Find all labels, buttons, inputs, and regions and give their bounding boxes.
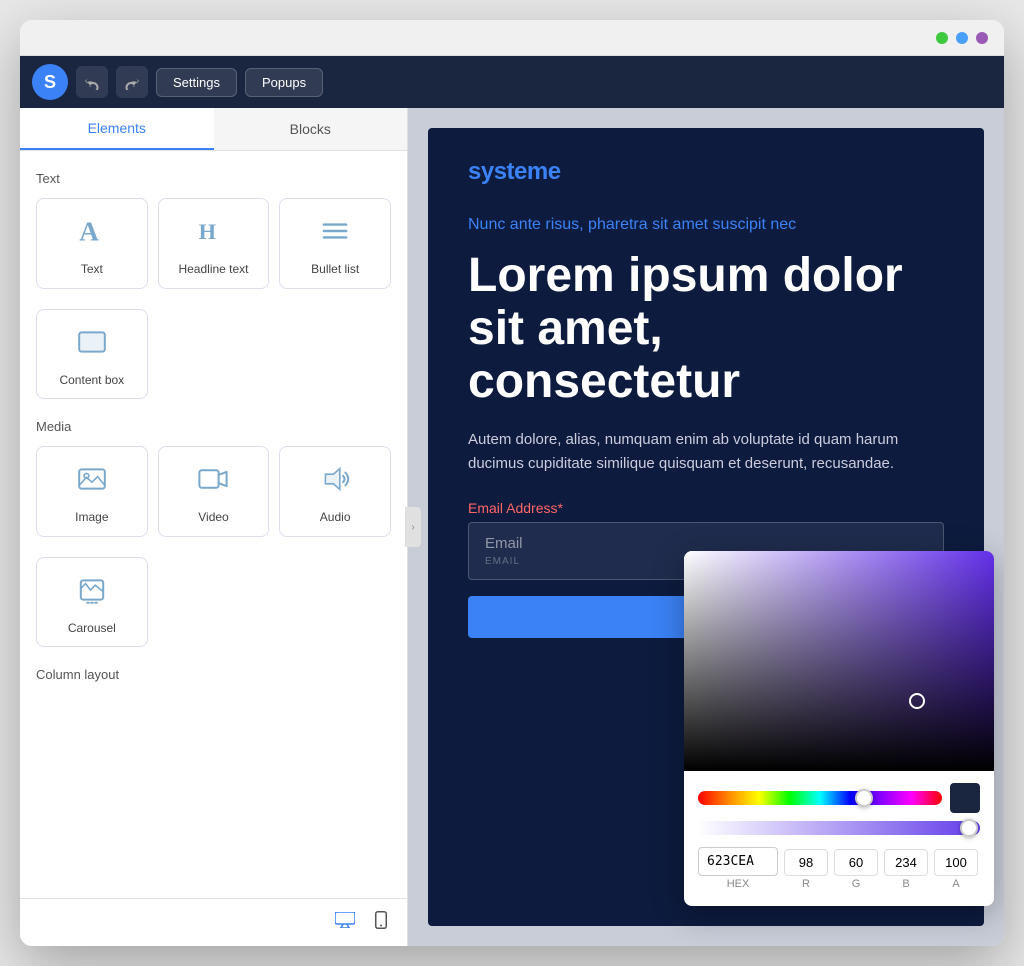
- hue-slider-row: [698, 783, 980, 813]
- section-text-label: Text: [36, 171, 391, 186]
- toolbar: S Settings Popups: [20, 56, 1004, 108]
- preview-logo: systeme: [468, 158, 944, 186]
- preview-email-label: Email Address*: [468, 500, 944, 516]
- headline-label: Headline text: [178, 262, 248, 278]
- hex-input[interactable]: 623CEA: [698, 847, 778, 876]
- image-icon: [76, 463, 108, 502]
- text-label: Text: [81, 262, 103, 278]
- settings-button[interactable]: Settings: [156, 68, 237, 97]
- channel-b: 234 B: [884, 849, 928, 890]
- redo-button[interactable]: [116, 66, 148, 98]
- color-values-row: 623CEA HEX 98 R 60 G 234: [698, 847, 980, 898]
- alpha-thumb: [960, 819, 978, 837]
- text-icon: A: [76, 215, 108, 254]
- alpha-slider-row: [698, 821, 980, 835]
- content-box-icon: [76, 326, 108, 365]
- channel-a: 100 A: [934, 849, 978, 890]
- element-carousel[interactable]: Carousel: [36, 557, 148, 648]
- hue-thumb: [855, 789, 873, 807]
- sidebar: Elements Blocks Text A Text: [20, 108, 408, 946]
- alpha-slider[interactable]: [698, 821, 980, 835]
- text-elements-grid: A Text H Headline text: [36, 198, 391, 289]
- color-picker: 623CEA HEX 98 R 60 G 234: [684, 551, 994, 906]
- sidebar-collapse-button[interactable]: ›: [405, 507, 421, 547]
- audio-icon: [319, 463, 351, 502]
- sidebar-tabs: Elements Blocks: [20, 108, 407, 151]
- bullet-label: Bullet list: [311, 262, 359, 278]
- element-bullet[interactable]: Bullet list: [279, 198, 391, 289]
- section-media-label: Media: [36, 419, 391, 434]
- channel-g: 60 G: [834, 849, 878, 890]
- element-image[interactable]: Image: [36, 446, 148, 537]
- dot-green: [936, 32, 948, 44]
- element-content-box[interactable]: Content box: [36, 309, 148, 400]
- headline-icon: H: [197, 215, 229, 254]
- image-label: Image: [75, 510, 108, 526]
- desktop-view-button[interactable]: [331, 908, 359, 937]
- section-column-label: Column layout: [36, 667, 391, 682]
- carousel-grid: Carousel: [36, 557, 391, 648]
- audio-label: Audio: [320, 510, 351, 526]
- tab-elements[interactable]: Elements: [20, 108, 214, 150]
- svg-text:A: A: [79, 217, 99, 247]
- content-box-grid: Content box: [36, 309, 391, 400]
- element-audio[interactable]: Audio: [279, 446, 391, 537]
- popups-button[interactable]: Popups: [245, 68, 323, 97]
- bullet-icon: [319, 215, 351, 254]
- a-input[interactable]: 100: [934, 849, 978, 876]
- app-window: S Settings Popups Elements Blocks Text: [20, 20, 1004, 946]
- preview-area: systeme Nunc ante risus, pharetra sit am…: [408, 108, 1004, 946]
- hue-slider[interactable]: [698, 791, 942, 805]
- color-preview-swatch: [950, 783, 980, 813]
- sidebar-content: Text A Text: [20, 151, 407, 898]
- dot-blue: [956, 32, 968, 44]
- r-input[interactable]: 98: [784, 849, 828, 876]
- main-area: Elements Blocks Text A Text: [20, 108, 1004, 946]
- preview-body: Autem dolore, alias, numquam enim ab vol…: [468, 428, 944, 476]
- titlebar: [20, 20, 1004, 56]
- carousel-label: Carousel: [68, 621, 116, 637]
- channel-r: 98 R: [784, 849, 828, 890]
- hex-label: HEX: [727, 878, 750, 890]
- email-placeholder: Email: [485, 535, 927, 552]
- logo-button[interactable]: S: [32, 64, 68, 100]
- svg-text:H: H: [199, 219, 217, 244]
- b-input[interactable]: 234: [884, 849, 928, 876]
- video-icon: [197, 463, 229, 502]
- carousel-icon: [76, 574, 108, 613]
- dot-purple: [976, 32, 988, 44]
- sidebar-footer: [20, 898, 407, 946]
- color-picker-cursor[interactable]: [909, 693, 925, 709]
- element-video[interactable]: Video: [158, 446, 270, 537]
- color-picker-controls: 623CEA HEX 98 R 60 G 234: [684, 771, 994, 906]
- preview-headline: Lorem ipsum dolor sit amet, consectetur: [468, 250, 944, 408]
- element-text[interactable]: A Text: [36, 198, 148, 289]
- content-box-label: Content box: [59, 373, 124, 389]
- media-elements-grid: Image Video: [36, 446, 391, 537]
- color-gradient-area[interactable]: [684, 551, 994, 771]
- video-label: Video: [198, 510, 228, 526]
- tab-blocks[interactable]: Blocks: [214, 108, 408, 150]
- undo-button[interactable]: [76, 66, 108, 98]
- element-headline[interactable]: H Headline text: [158, 198, 270, 289]
- g-input[interactable]: 60: [834, 849, 878, 876]
- preview-subtitle: Nunc ante risus, pharetra sit amet susci…: [468, 216, 944, 234]
- mobile-view-button[interactable]: [371, 907, 391, 938]
